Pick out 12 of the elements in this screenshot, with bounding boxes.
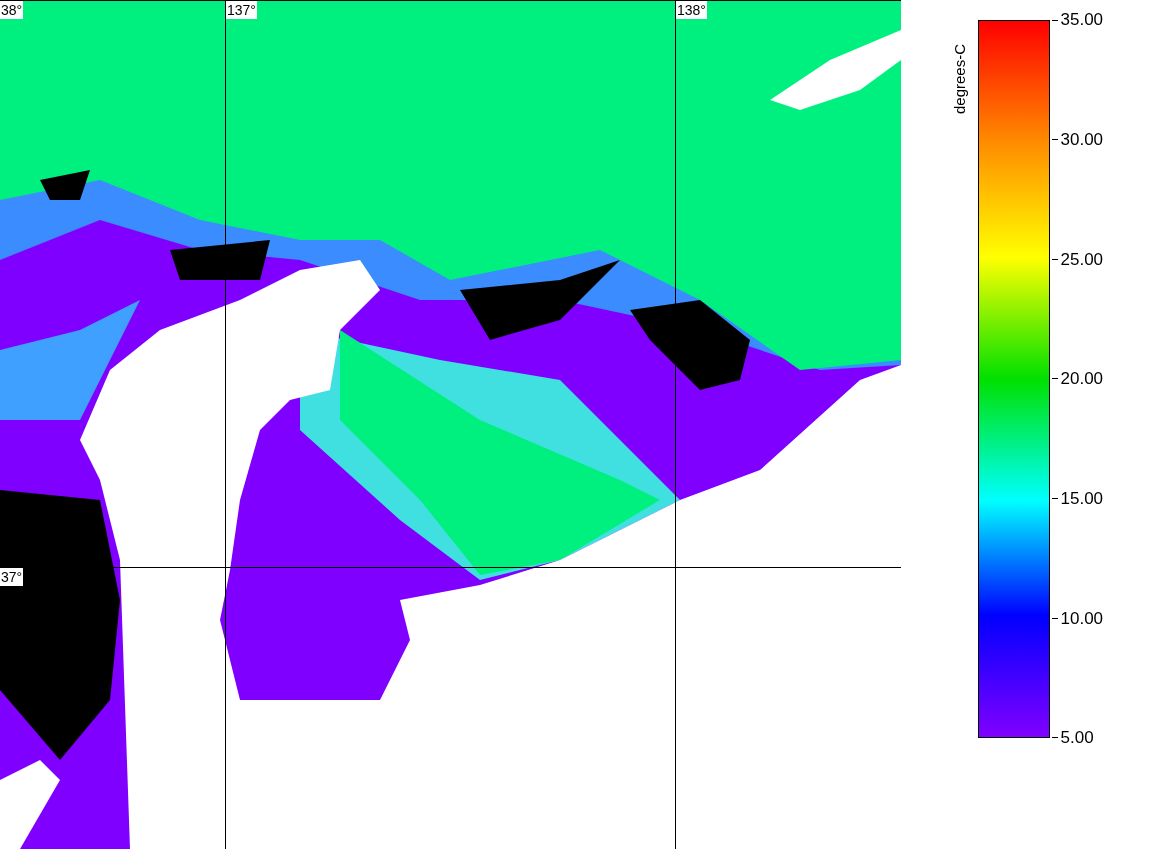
colorbar-tick-label: 5.00 [1060,727,1094,750]
colorbar-tick-label: 20.00 [1060,368,1104,391]
colorbar-tick-label: 30.00 [1060,128,1104,151]
colorbar-tick-label: 25.00 [1060,248,1104,271]
colorbar-tick-label: 10.00 [1060,607,1104,630]
longitude-label: 138° [676,1,707,19]
colorbar-title: degrees-C [950,42,969,114]
colorbar-tick-label: 15.00 [1060,487,1104,510]
latitude-label: 37° [0,568,24,586]
colorbar-tick-label: 35.00 [1060,9,1104,32]
longitude-label: 137° [226,1,257,19]
latitude-label: 38° [0,1,24,19]
